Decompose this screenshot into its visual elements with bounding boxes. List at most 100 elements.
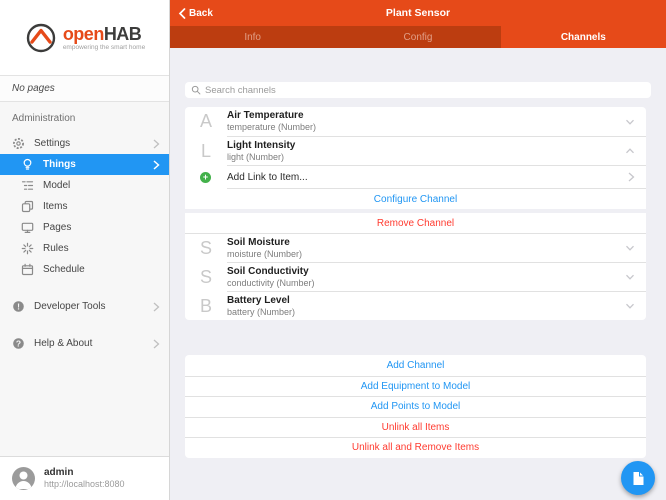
search-input[interactable] xyxy=(205,85,645,96)
sidebar-item-developer-tools[interactable]: ! Developer Tools xyxy=(0,296,169,317)
add-link-to-item-button[interactable]: + Add Link to Item... xyxy=(185,166,646,188)
chevron-down-icon xyxy=(624,242,636,254)
channel-subtitle: moisture (Number) xyxy=(227,249,624,260)
sidebar-item-label: Settings xyxy=(34,138,70,149)
remove-channel-button[interactable]: Remove Channel xyxy=(185,213,646,233)
channel-letter: B xyxy=(195,296,217,317)
sidebar-item-settings[interactable]: Settings xyxy=(0,133,169,154)
channel-row-light-intensity[interactable]: L Light Intensity light (Number) xyxy=(185,137,646,165)
model-tree-icon xyxy=(21,179,34,192)
add-link-label: Add Link to Item... xyxy=(227,172,626,183)
openhab-wordmark: openHAB empowering the smart home xyxy=(63,25,145,51)
plus-circle-icon: + xyxy=(200,172,211,183)
chevron-down-icon xyxy=(624,300,636,312)
chevron-right-icon xyxy=(152,160,160,170)
chevron-left-icon xyxy=(178,8,186,19)
document-icon xyxy=(631,471,645,486)
monitor-icon xyxy=(21,221,34,234)
sidebar-item-label: Items xyxy=(43,201,67,212)
lightbulb-icon xyxy=(21,158,34,171)
channels-list: A Air Temperature temperature (Number) L… xyxy=(185,107,646,320)
exclamation-circle-icon: ! xyxy=(12,300,25,313)
search-icon xyxy=(191,85,201,95)
copy-icon xyxy=(21,200,34,213)
channel-subtitle: battery (Number) xyxy=(227,307,624,318)
calendar-icon xyxy=(21,263,34,276)
channel-row-soil-conductivity[interactable]: S Soil Conductivity conductivity (Number… xyxy=(185,263,646,291)
channel-row-air-temperature[interactable]: A Air Temperature temperature (Number) xyxy=(185,107,646,136)
svg-text:!: ! xyxy=(17,301,20,311)
spark-icon xyxy=(21,242,34,255)
wordmark-open: open xyxy=(63,24,104,44)
sidebar-item-label: Things xyxy=(43,159,76,170)
sidebar-item-rules[interactable]: Rules xyxy=(0,238,169,259)
sidebar: openHAB empowering the smart home No pag… xyxy=(0,0,170,500)
back-button[interactable]: Back xyxy=(170,8,213,19)
chevron-up-icon xyxy=(624,145,636,157)
administration-section-label: Administration xyxy=(0,105,169,133)
channel-letter: S xyxy=(195,238,217,259)
channel-letter: L xyxy=(195,141,217,162)
code-view-fab-button[interactable] xyxy=(621,461,655,495)
tab-channels[interactable]: Channels xyxy=(501,26,666,48)
sidebar-item-model[interactable]: Model xyxy=(0,175,169,196)
wordmark-hab: HAB xyxy=(104,24,142,44)
configure-channel-button[interactable]: Configure Channel xyxy=(185,189,646,209)
avatar xyxy=(12,467,35,490)
server-url: http://localhost:8080 xyxy=(44,479,125,490)
channel-title: Air Temperature xyxy=(227,110,624,122)
sidebar-item-items[interactable]: Items xyxy=(0,196,169,217)
person-icon xyxy=(12,467,35,490)
channel-row-soil-moisture[interactable]: S Soil Moisture moisture (Number) xyxy=(185,234,646,262)
sidebar-item-label: Help & About xyxy=(34,338,92,349)
svg-text:?: ? xyxy=(16,338,21,348)
sidebar-nav: Administration Settings Things xyxy=(0,102,169,456)
main-panel: Back Plant Sensor Info Config Channels A… xyxy=(170,0,666,500)
sidebar-item-label: Schedule xyxy=(43,264,85,275)
search-bar xyxy=(185,82,651,98)
channel-letter: A xyxy=(195,111,217,132)
channel-subtitle: conductivity (Number) xyxy=(227,278,624,289)
channels-page: A Air Temperature temperature (Number) L… xyxy=(170,48,666,500)
user-name: admin xyxy=(44,467,125,479)
question-circle-icon: ? xyxy=(12,337,25,350)
add-equipment-to-model-button[interactable]: Add Equipment to Model xyxy=(185,376,646,397)
chevron-right-icon xyxy=(152,302,160,312)
channel-subtitle: temperature (Number) xyxy=(227,122,624,133)
no-pages-label: No pages xyxy=(0,76,169,102)
chevron-down-icon xyxy=(624,116,636,128)
channel-letter: S xyxy=(195,267,217,288)
tab-info[interactable]: Info xyxy=(170,26,335,48)
sidebar-item-pages[interactable]: Pages xyxy=(0,217,169,238)
sidebar-item-things[interactable]: Things xyxy=(0,154,169,175)
sidebar-item-schedule[interactable]: Schedule xyxy=(0,259,169,280)
channel-title: Battery Level xyxy=(227,295,624,307)
sidebar-item-label: Developer Tools xyxy=(34,301,106,312)
unlink-all-items-button[interactable]: Unlink all Items xyxy=(185,417,646,438)
channel-title: Soil Conductivity xyxy=(227,266,624,278)
channel-row-battery-level[interactable]: B Battery Level battery (Number) xyxy=(185,292,646,320)
add-channel-button[interactable]: Add Channel xyxy=(185,355,646,376)
chevron-right-icon xyxy=(152,339,160,349)
gear-icon xyxy=(12,137,25,150)
sidebar-item-help-about[interactable]: ? Help & About xyxy=(0,333,169,354)
channel-subtitle: light (Number) xyxy=(227,152,624,163)
page-title: Plant Sensor xyxy=(170,7,666,19)
sidebar-item-label: Rules xyxy=(43,243,69,254)
navbar: Back Plant Sensor xyxy=(170,0,666,26)
openhab-logo: openHAB empowering the smart home xyxy=(0,0,169,76)
tab-bar: Info Config Channels xyxy=(170,26,666,48)
thing-actions-list: Add Channel Add Equipment to Model Add P… xyxy=(185,355,646,458)
tab-config[interactable]: Config xyxy=(335,26,500,48)
openhab-house-icon xyxy=(24,21,58,55)
sidebar-item-label: Model xyxy=(43,180,70,191)
channel-title: Soil Moisture xyxy=(227,237,624,249)
chevron-right-icon xyxy=(626,171,636,183)
unlink-all-and-remove-items-button[interactable]: Unlink all and Remove Items xyxy=(185,437,646,458)
user-account-bar[interactable]: admin http://localhost:8080 xyxy=(0,456,169,500)
chevron-down-icon xyxy=(624,271,636,283)
sidebar-item-label: Pages xyxy=(43,222,71,233)
brand-tagline: empowering the smart home xyxy=(63,44,145,51)
chevron-right-icon xyxy=(152,139,160,149)
add-points-to-model-button[interactable]: Add Points to Model xyxy=(185,396,646,417)
